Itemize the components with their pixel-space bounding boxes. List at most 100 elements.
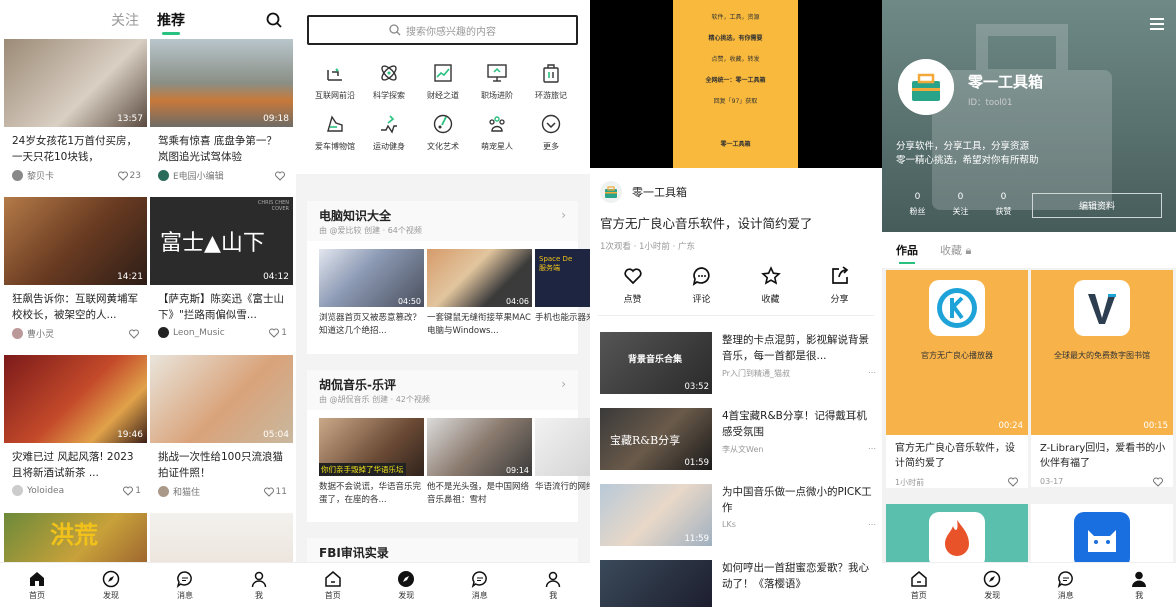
home-icon	[911, 570, 927, 587]
stat-following[interactable]: 0 关注	[939, 192, 982, 217]
compass-icon	[398, 570, 415, 587]
category-item[interactable]: 爱车博物馆	[308, 113, 362, 152]
duration: 11:59	[684, 534, 710, 544]
heart-icon[interactable]	[129, 329, 139, 339]
heart-icon[interactable]	[275, 171, 285, 181]
bottom-nav: 首页 发现 消息 我	[296, 562, 590, 607]
work-card[interactable]: 全球最大的免费数字图书馆 00:15 Z-Library回归，爱看书的小伙伴有福…	[1031, 270, 1173, 487]
tab-favorites[interactable]: 收藏 🔒︎	[940, 242, 971, 258]
video-card[interactable]: 14:21 狂飙告诉你：互联网黄埔军校校长，被架空的人... 曹小灵	[4, 197, 147, 340]
search-icon[interactable]	[266, 12, 282, 28]
tab-works[interactable]: 作品	[896, 242, 918, 264]
menu-icon[interactable]	[1150, 18, 1164, 30]
lock-icon: 🔒︎	[965, 244, 972, 257]
category-item[interactable]: 运动健身	[362, 113, 416, 152]
nav-messages[interactable]: 消息	[455, 570, 505, 601]
video-card[interactable]: 19:46 灾难已过 风起风落! 2023 且将新酒试新茶 ... Yoloid…	[4, 355, 147, 496]
stat-value: 0	[1000, 192, 1007, 202]
recommended-video[interactable]: 宝藏R&B分享 01:59 4首宝藏R&B分享！记得戴耳机感受氛围 李从文Wen ⋯	[600, 408, 876, 470]
category-item[interactable]: 互联网前沿	[308, 62, 362, 101]
comment-button[interactable]: 评论	[677, 266, 727, 305]
heart-icon[interactable]	[269, 328, 280, 338]
category-item[interactable]: 萌宠星人	[470, 113, 524, 152]
person-icon	[251, 571, 267, 587]
collection-video[interactable]: 华语流行的网络神	[535, 418, 590, 507]
nav-me[interactable]: 我	[1114, 570, 1164, 601]
video-player[interactable]: 软件，工具，资源 精心挑选，有你需要 点赞，收藏，转发 全网统一：零一工具箱 回…	[590, 0, 882, 168]
category-item[interactable]: 职场进阶	[470, 62, 524, 101]
category-item[interactable]: 更多	[524, 113, 578, 152]
nav-discover[interactable]: 发现	[86, 570, 136, 601]
collection-video[interactable]: 你们亲手毁掉了华语乐坛 数据不会说谎，华语音乐完蛋了，在座的各...	[319, 418, 424, 507]
recommended-video[interactable]: 背景音乐合集 03:52 整理的卡点混剪，影视解说背景音乐，每一首都是很... Pr…	[600, 332, 876, 394]
collection-video[interactable]: 04:50 浏览器首页又被恶意篡改？知道这几个绝招...	[319, 249, 424, 338]
work-title: Z-Library回归，爱看书的小伙伴有福了	[1040, 443, 1166, 469]
stat-followers[interactable]: 0 粉丝	[896, 192, 939, 217]
nav-home[interactable]: 首页	[308, 570, 358, 601]
favorite-button[interactable]: 收藏	[746, 266, 796, 305]
collection-card[interactable]: 电脑知识大全 › 由 @爱比较 创建 · 64个视频 04:50 浏览器首页又被恶意…	[307, 201, 590, 354]
chevron-right-icon[interactable]: ›	[561, 377, 566, 391]
tab-following[interactable]: 关注	[111, 10, 139, 30]
more-icon[interactable]: ⋯	[868, 520, 876, 529]
video-title: 驾乘有惊喜 底盘争第一？ 岚图追光试驾体验	[158, 135, 277, 163]
author-name: 李从文Wen	[722, 445, 764, 454]
heart-icon[interactable]	[263, 487, 274, 497]
collection-video[interactable]: 09:14 他不是光头强，是中国网络音乐鼻祖：雪村	[427, 418, 532, 507]
nav-home[interactable]: 首页	[12, 570, 62, 601]
collection-video[interactable]: 04:06 一套键鼠无缝衔接苹果MAC电脑与Windows...	[427, 249, 532, 338]
share-icon	[831, 266, 848, 284]
author-name: 曹小灵	[27, 330, 55, 340]
category-item[interactable]: 财经之道	[416, 62, 470, 101]
video-card[interactable]: 05:04 挑战一次性给100只流浪猫拍证件照！ 和猫住 11	[150, 355, 293, 498]
work-card[interactable]: 官方无广良心播放器 00:24 官方无广良心音乐软件，设计简约爱了 1小时前	[886, 270, 1028, 488]
video-thumbnail: Space De 服务端	[535, 249, 590, 307]
edit-profile-button[interactable]: 编辑资料	[1032, 193, 1162, 218]
category-item[interactable]: 科学探索	[362, 62, 416, 101]
profile-panel: 零一工具箱 ID：tool01 分享软件，分享工具，分享资源 零一精心挑选，希望对…	[882, 0, 1176, 607]
profile-stats: 0 粉丝 0 关注 0 获赞	[896, 192, 1025, 217]
search-input[interactable]: 搜索你感兴趣的内容	[307, 15, 578, 45]
heart-icon[interactable]	[1153, 477, 1163, 487]
recommended-video[interactable]: 11:59 为中国音乐做一点微小的PICK工作 LKs ⋯	[600, 484, 876, 546]
like-button[interactable]: 点赞	[608, 266, 658, 305]
category-label: 运动健身	[373, 142, 405, 151]
toolbox-logo-icon	[600, 181, 622, 203]
paw-icon	[489, 116, 505, 132]
more-icon[interactable]: ⋯	[868, 368, 876, 379]
nav-discover[interactable]: 发现	[967, 570, 1017, 601]
video-card[interactable]: CHRIS CHEN COVER 富士▲山下 04:12 【萨克斯】陈奕迅《富士…	[150, 197, 293, 338]
heart-icon[interactable]	[123, 486, 134, 496]
channel-row[interactable]: 零一工具箱	[600, 181, 872, 203]
heart-icon[interactable]	[117, 171, 128, 181]
recommended-video[interactable]: 如何哼出一首甜蜜恋爱歌？我心动了！《落樱语》	[600, 560, 876, 607]
video-card[interactable]: 09:18 驾乘有惊喜 底盘争第一？ 岚图追光试驾体验 E电园小编辑	[150, 39, 293, 182]
collection-video[interactable]: Space De 服务端手机也能示器来使	[535, 249, 590, 338]
nav-messages[interactable]: 消息	[1041, 570, 1091, 601]
duration: 19:46	[117, 430, 143, 440]
nav-discover[interactable]: 发现	[381, 570, 431, 601]
video-thumbnail: 14:21	[4, 197, 147, 285]
collection-card[interactable]: 胡侃音乐-乐评 › 由 @胡侃音乐 创建 · 42个视频 你们亲手毁掉了华语乐坛数…	[307, 370, 590, 522]
video-card[interactable]: 13:57 24岁女孩花1万首付买房，一天只花10块钱， 黎贝卡 23	[4, 39, 147, 182]
category-item[interactable]: 文化艺术	[416, 113, 470, 152]
share-button[interactable]: 分享	[815, 266, 865, 305]
work-card[interactable]	[886, 504, 1028, 568]
nav-me[interactable]: 我	[234, 570, 284, 601]
chevron-right-icon[interactable]: ›	[561, 208, 566, 222]
tab-recommended[interactable]: 推荐	[157, 10, 185, 35]
work-card[interactable]	[1031, 504, 1173, 568]
author-name: E电园小编辑	[173, 172, 224, 182]
nav-label: 我	[1135, 590, 1144, 600]
more-icon[interactable]: ⋯	[868, 444, 876, 455]
category-item[interactable]: 环游旅记	[524, 62, 578, 101]
action-label: 收藏	[761, 295, 780, 305]
stat-likes[interactable]: 0 获赞	[982, 192, 1025, 217]
nav-me[interactable]: 我	[528, 570, 578, 601]
avatar[interactable]	[898, 59, 954, 115]
video-thumbnail: 宝藏R&B分享 01:59	[600, 408, 712, 470]
heart-icon[interactable]	[1008, 477, 1018, 487]
poster-text: 零一工具箱	[720, 141, 751, 148]
nav-home[interactable]: 首页	[894, 570, 944, 601]
nav-messages[interactable]: 消息	[160, 570, 210, 601]
